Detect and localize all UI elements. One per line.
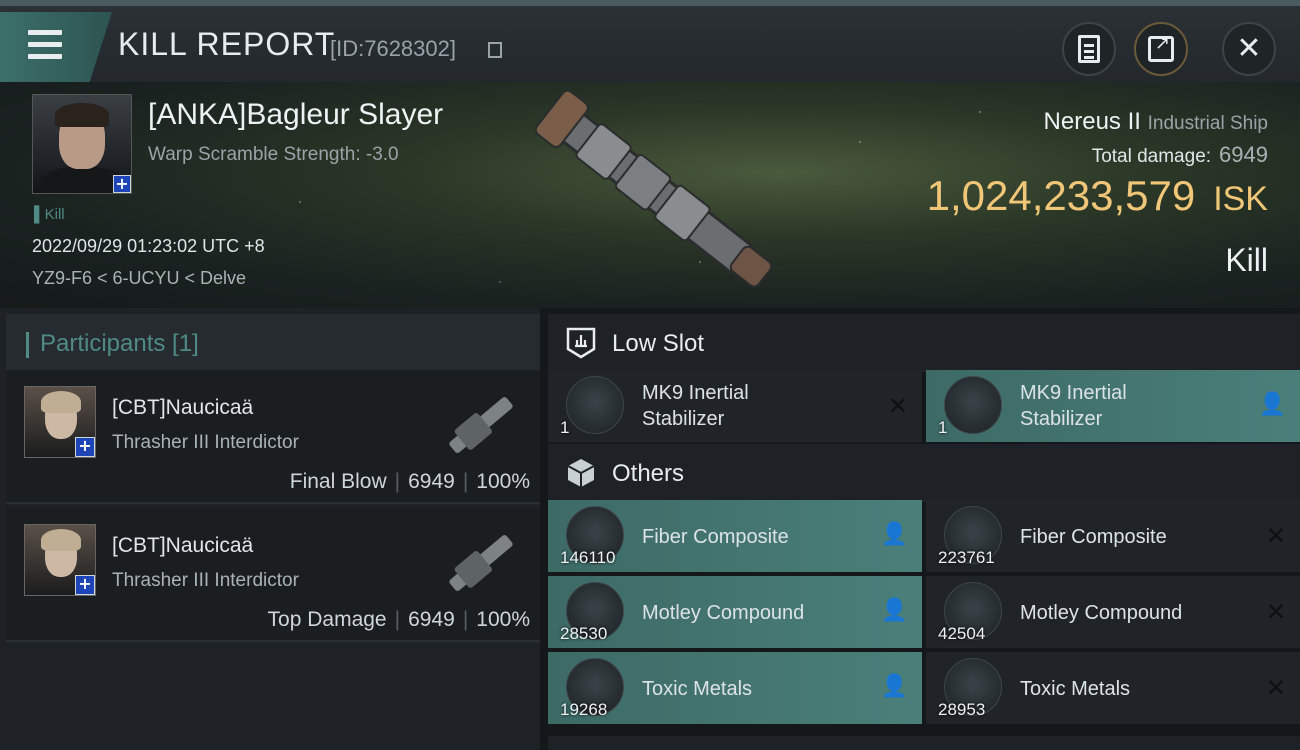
share-icon xyxy=(1148,33,1174,62)
participant-ship-image xyxy=(449,535,513,591)
participant-ship: Thrasher III Interdictor xyxy=(112,570,299,591)
close-icon: ✕ xyxy=(1265,674,1286,702)
kill-tag: ▌Kill xyxy=(34,206,65,223)
item-slot[interactable]: 19268 Toxic Metals 👤 xyxy=(548,652,922,724)
clipboard-icon xyxy=(1078,35,1100,63)
clipboard-button[interactable] xyxy=(1062,22,1116,76)
participant-ship-image xyxy=(449,397,513,453)
ship-image[interactable] xyxy=(520,88,800,298)
person-icon: 👤 xyxy=(880,522,908,547)
victim-name[interactable]: [ANKA]Bagleur Slayer xyxy=(148,98,443,132)
isk-value: 1,024,233,579 ISK xyxy=(926,172,1268,219)
share-button[interactable] xyxy=(1134,22,1188,76)
close-icon: ✕ xyxy=(1236,31,1262,66)
participant-name: [CBT]Naucicaä xyxy=(112,534,254,557)
participant-avatar[interactable]: + xyxy=(24,524,96,596)
items-panel: Low Slot 1 MK9 Inertial Stabilizer ✕ 1 M… xyxy=(540,308,1300,750)
participants-panel: Participants [1] + [CBT]Naucicaä Thrashe… xyxy=(0,308,540,750)
item-slot[interactable]: 1 MK9 Inertial Stabilizer 👤 xyxy=(926,370,1300,442)
kill-result: Kill xyxy=(1225,242,1268,278)
victim-avatar[interactable]: + xyxy=(32,94,132,194)
inertial-stabilizer-icon xyxy=(944,376,1002,434)
ship-name[interactable]: Nereus II Industrial Ship xyxy=(1044,108,1268,136)
item-slot-partial xyxy=(548,736,1300,750)
person-icon: 👤 xyxy=(880,598,908,623)
warp-scramble-strength: Warp Scramble Strength: -3.0 xyxy=(148,144,399,165)
participant-stats: Final Blow | 6949 | 100% xyxy=(289,470,530,493)
participant-card[interactable]: + [CBT]Naucicaä Thrasher III Interdictor… xyxy=(6,370,540,504)
others-header: Others xyxy=(548,444,1300,502)
item-slot[interactable]: 28530 Motley Compound 👤 xyxy=(548,576,922,648)
person-icon: 👤 xyxy=(880,674,908,699)
close-icon: ✕ xyxy=(1265,522,1286,550)
person-icon: 👤 xyxy=(1258,392,1286,417)
item-slot[interactable]: 42504 Motley Compound ✕ xyxy=(926,576,1300,648)
copy-icon[interactable] xyxy=(488,42,502,58)
item-slot[interactable]: 28953 Toxic Metals ✕ xyxy=(926,652,1300,724)
close-button[interactable]: ✕ xyxy=(1222,22,1276,76)
low-slot-icon xyxy=(566,327,596,359)
participant-ship: Thrasher III Interdictor xyxy=(112,432,299,453)
kill-banner: + [ANKA]Bagleur Slayer Warp Scramble Str… xyxy=(0,82,1300,308)
report-id: [ID:7628302] xyxy=(330,36,456,61)
kill-datetime: 2022/09/29 01:23:02 UTC +8 xyxy=(32,236,265,256)
menu-button[interactable] xyxy=(0,12,112,82)
kill-location[interactable]: YZ9-F6 < 6-UCYU < Delve xyxy=(32,268,246,289)
item-slot[interactable]: 1 MK9 Inertial Stabilizer ✕ xyxy=(548,370,922,442)
close-icon: ✕ xyxy=(887,392,908,420)
cargo-box-icon xyxy=(567,459,595,487)
plus-icon: + xyxy=(75,575,95,595)
inertial-stabilizer-icon xyxy=(566,376,624,434)
close-icon: ✕ xyxy=(1265,598,1286,626)
item-slot[interactable]: 223761 Fiber Composite ✕ xyxy=(926,500,1300,572)
participant-avatar[interactable]: + xyxy=(24,386,96,458)
item-slot[interactable]: 146110 Fiber Composite 👤 xyxy=(548,500,922,572)
low-slot-header: Low Slot xyxy=(548,314,1300,372)
participants-header: Participants [1] xyxy=(6,314,540,374)
participant-name: [CBT]Naucicaä xyxy=(112,396,254,419)
page-title: KILL REPORT xyxy=(118,26,336,62)
total-damage: Total damage: 6949 xyxy=(1091,142,1268,167)
participant-stats: Top Damage | 6949 | 100% xyxy=(267,608,530,631)
hamburger-icon xyxy=(28,30,62,66)
plus-icon: + xyxy=(75,437,95,457)
plus-icon: + xyxy=(113,175,131,193)
top-bar: KILL REPORT [ID:7628302] ✕ xyxy=(0,0,1300,82)
participant-card[interactable]: + [CBT]Naucicaä Thrasher III Interdictor… xyxy=(6,508,540,642)
